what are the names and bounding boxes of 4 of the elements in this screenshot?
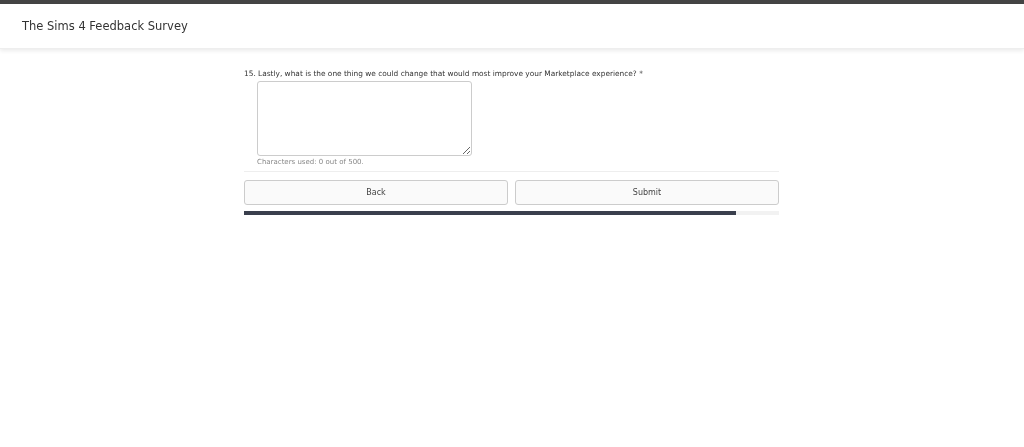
survey-title: The Sims 4 Feedback Survey bbox=[22, 19, 188, 33]
answer-field[interactable] bbox=[257, 81, 472, 156]
nav-button[interactable]: Submit bbox=[515, 180, 779, 205]
nav-button[interactable]: Back bbox=[244, 180, 508, 205]
